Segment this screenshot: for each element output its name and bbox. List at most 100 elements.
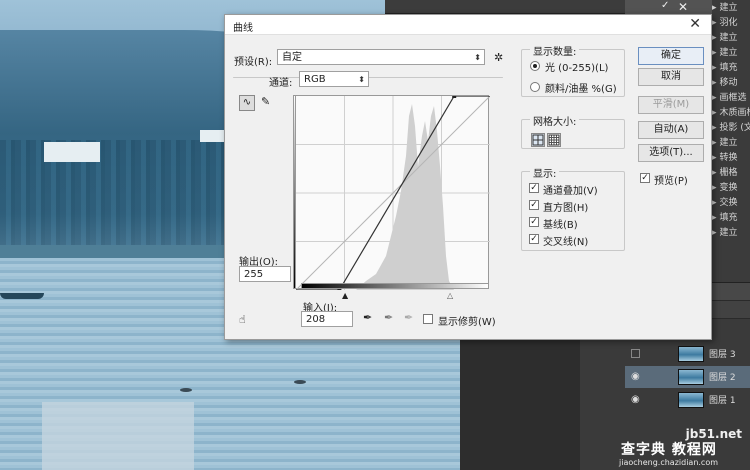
detailed-grid-icon[interactable] <box>547 133 561 147</box>
history-item-label: 变换 <box>719 183 738 193</box>
history-item-label: 木质画框 <box>719 108 750 118</box>
curve-point-tool-icon[interactable]: ∿ <box>239 95 255 111</box>
layer-row[interactable]: ◉ 图层 2 <box>625 366 750 388</box>
building <box>200 130 226 142</box>
auto-button[interactable]: 自动(A) <box>638 121 704 139</box>
chevron-right-icon: ▸ <box>712 123 717 133</box>
chevron-right-icon: ▸ <box>712 93 717 103</box>
channel-select[interactable]: RGB ⬍ <box>299 71 369 87</box>
preset-select[interactable]: 自定 ⬍ <box>277 49 485 65</box>
eye-icon[interactable]: ◉ <box>631 372 641 382</box>
black-eyedropper-icon[interactable]: ✒ <box>363 311 372 324</box>
history-item[interactable]: ▸ 画框选 <box>712 90 750 106</box>
gray-eyedropper-icon[interactable]: ✒ <box>384 311 393 324</box>
check-icon[interactable]: ✓ <box>661 0 669 11</box>
chevron-right-icon: ▸ <box>712 3 717 13</box>
curve-graph[interactable] <box>295 94 491 292</box>
visibility-box[interactable] <box>631 349 640 358</box>
history-item[interactable]: ▸ 填充 <box>712 210 750 226</box>
bird <box>180 388 192 392</box>
layer-thumbnail <box>678 369 704 385</box>
watermark: jb51.net 查字典 教程网 jiaocheng.chazidian.com <box>615 425 750 470</box>
eye-icon[interactable]: ◉ <box>631 395 641 405</box>
histogram-checkbox[interactable]: ✓ <box>529 200 539 210</box>
highlight-box <box>42 402 194 470</box>
dialog-titlebar[interactable]: 曲线 ✕ <box>225 15 711 35</box>
chevron-right-icon: ▸ <box>712 198 717 208</box>
history-panel: ▸建立▸羽化▸建立▸建立▸填充▸移动▸画框选▸木质画框▸投影 (文▸建立▸转换▸… <box>712 0 750 282</box>
white-eyedropper-icon[interactable]: ✒ <box>404 311 413 324</box>
preset-label: 预设(R): <box>234 57 273 68</box>
overlay-checkbox[interactable]: ✓ <box>529 183 539 193</box>
history-item[interactable]: ▸木质画框 <box>712 105 750 121</box>
chevron-right-icon: ▸ <box>712 183 717 193</box>
chevron-right-icon: ▸ <box>712 153 717 163</box>
input-field[interactable]: 208 <box>301 311 353 327</box>
gear-icon[interactable]: ✲ <box>494 51 503 64</box>
history-item-label: 羽化 <box>719 18 738 28</box>
intersection-checkbox[interactable]: ✓ <box>529 234 539 244</box>
layer-row[interactable]: 图层 3 <box>625 343 750 365</box>
overlay-label: 通道叠加(V) <box>543 186 598 197</box>
layer-row[interactable]: ◉ 图层 1 <box>625 389 750 411</box>
chevron-updown-icon: ⬍ <box>358 75 365 84</box>
preview-checkbox[interactable]: ✓ <box>640 173 650 183</box>
ok-button[interactable]: 确定 <box>638 47 704 65</box>
history-item[interactable]: ▸ 移动 <box>712 75 750 91</box>
boat <box>0 293 44 299</box>
panel-header <box>625 0 715 14</box>
history-item[interactable]: ▸ 羽化 <box>712 15 750 31</box>
curve-point <box>452 94 457 98</box>
history-item-label: 填充 <box>719 63 738 73</box>
building <box>44 142 100 162</box>
history-item-label: 栅格 <box>719 168 738 178</box>
history-item-label: 建立 <box>719 48 738 58</box>
layer-name: 图层 2 <box>709 373 736 383</box>
baseline-checkbox[interactable]: ✓ <box>529 217 539 227</box>
light-radio[interactable] <box>530 61 540 71</box>
chevron-right-icon: ▸ <box>712 108 717 118</box>
bird <box>294 380 306 384</box>
cancel-button[interactable]: 取消 <box>638 68 704 86</box>
intersection-label: 交叉线(N) <box>543 237 589 248</box>
show-caption: 显示: <box>530 165 560 180</box>
history-item[interactable]: ▸ 建立 <box>712 135 750 151</box>
history-item[interactable]: ▸ 建立 <box>712 0 750 16</box>
history-item[interactable]: ▸ 转换 <box>712 150 750 166</box>
history-item[interactable]: ▸ 建立 <box>712 30 750 46</box>
history-item[interactable]: ▸ 投影 (文 <box>712 120 750 136</box>
layer-thumbnail <box>678 346 704 362</box>
histogram <box>356 104 454 290</box>
simple-grid-icon[interactable] <box>531 133 545 147</box>
chevron-right-icon: ▸ <box>712 48 717 58</box>
smooth-button[interactable]: 平滑(M) <box>638 96 704 114</box>
black-point-slider[interactable]: ▲ <box>342 291 348 300</box>
chevron-right-icon: ▸ <box>712 138 717 148</box>
history-item[interactable]: ▸ 交换 <box>712 195 750 211</box>
history-item[interactable]: ▸ 填充 <box>712 60 750 76</box>
pigment-radio-label: 颜料/油墨 %(G) <box>545 84 617 95</box>
hand-icon[interactable]: ☝ <box>239 313 246 326</box>
history-item[interactable]: ▸ 变换 <box>712 180 750 196</box>
channel-label: 通道: <box>269 78 293 89</box>
close-icon[interactable]: ✕ <box>678 0 688 14</box>
layer-name: 图层 1 <box>709 396 736 406</box>
history-item[interactable]: ▸ 栅格 <box>712 165 750 181</box>
chevron-updown-icon: ⬍ <box>474 53 481 62</box>
history-item[interactable]: ▸ 建立 <box>712 45 750 61</box>
history-item-label: 画框选 <box>719 93 747 103</box>
white-point-slider[interactable]: △ <box>447 291 453 300</box>
pencil-icon[interactable]: ✎ <box>261 95 270 108</box>
close-icon[interactable]: ✕ <box>689 16 701 32</box>
output-field[interactable]: 255 <box>239 266 291 282</box>
channel-value: RGB <box>304 74 326 85</box>
chevron-right-icon: ▸ <box>712 168 717 178</box>
history-item[interactable]: ▸ 建立 <box>712 225 750 241</box>
show-clipping-checkbox[interactable] <box>423 314 433 324</box>
input-gradient-bar <box>301 283 489 289</box>
chevron-right-icon: ▸ <box>712 78 717 88</box>
pigment-radio[interactable] <box>530 82 540 92</box>
options-button[interactable]: 选项(T)... <box>638 144 704 162</box>
baseline-label: 基线(B) <box>543 220 578 231</box>
display-amount-caption: 显示数量: <box>530 43 580 58</box>
